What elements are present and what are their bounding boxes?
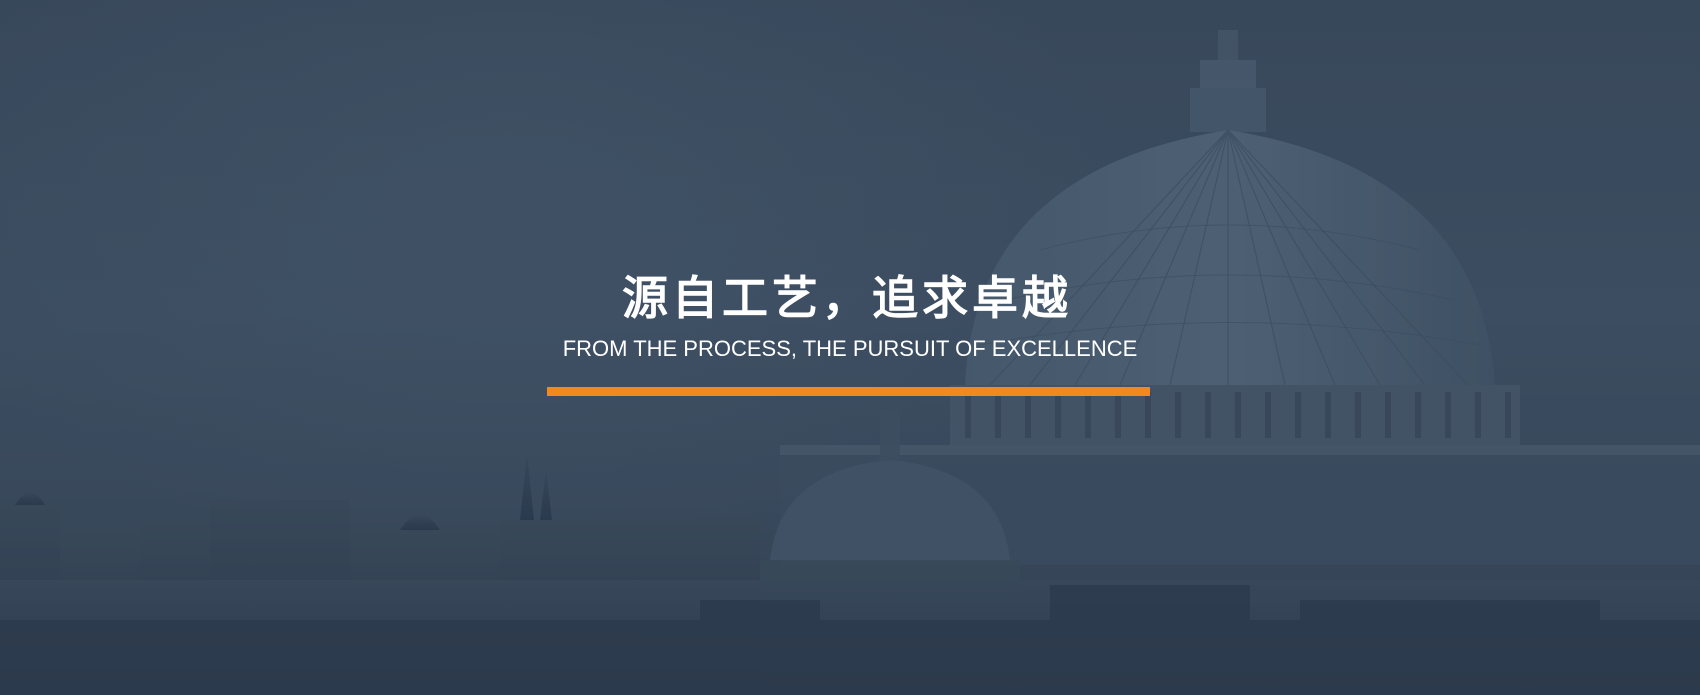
hero-subtitle-english: FROM THE PROCESS, THE PURSUIT OF EXCELLE… (562, 336, 1138, 361)
hero-headline: 源自工艺，追求卓越 FROM THE PROCESS, THE PURSUIT … (0, 270, 1700, 396)
hero-title-chinese: 源自工艺，追求卓越 (622, 271, 1072, 325)
accent-divider-bar (546, 387, 1150, 396)
hero-banner: 源自工艺，追求卓越 FROM THE PROCESS, THE PURSUIT … (0, 0, 1700, 695)
